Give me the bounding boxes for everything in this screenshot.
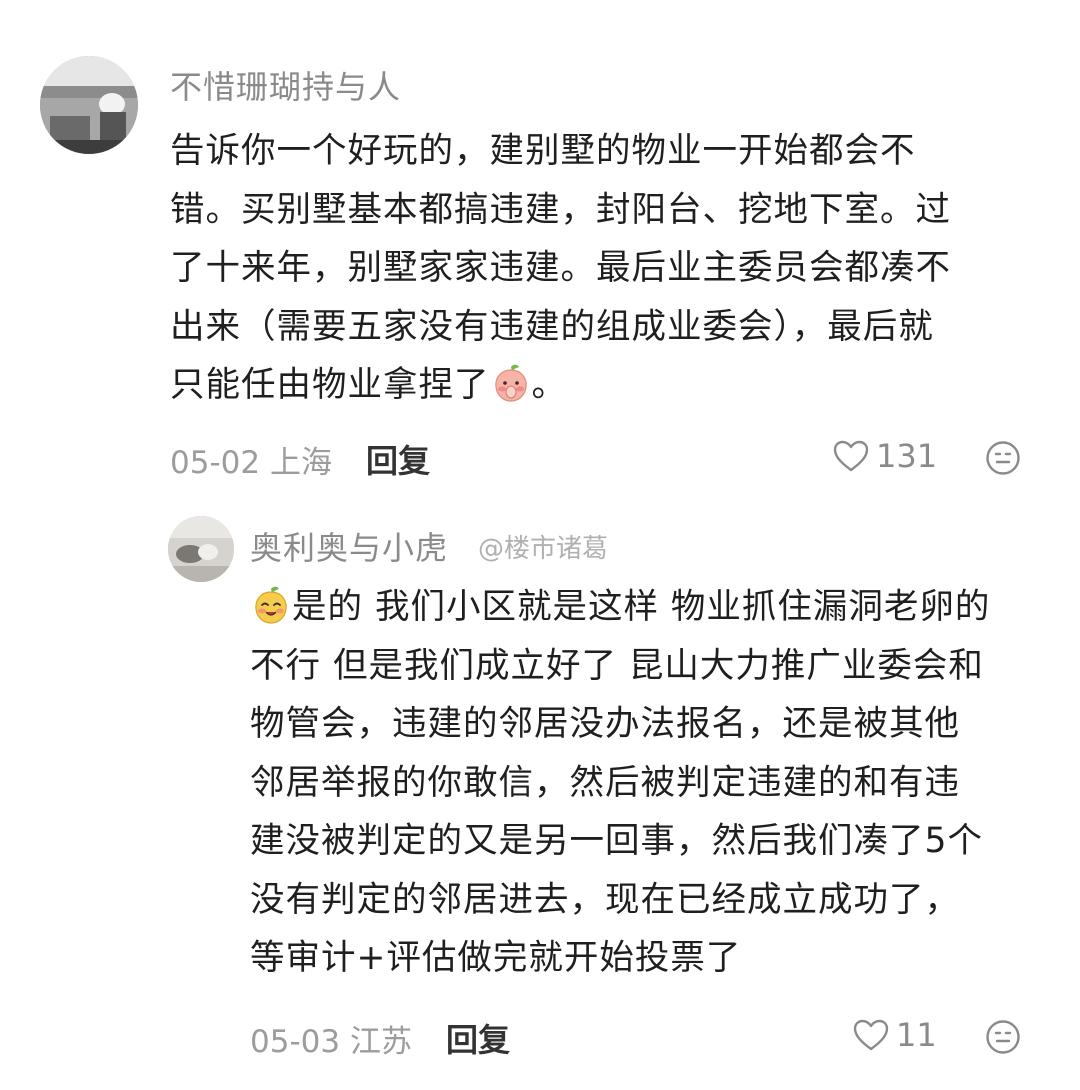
- avatar[interactable]: [168, 516, 234, 582]
- heart-outline-icon: [853, 1019, 889, 1051]
- yellow-peach-emoji: [255, 586, 287, 624]
- comment-line-text: 是的 我们小区就是这样 物业抓住漏洞老卵的: [292, 587, 991, 627]
- comment-date: 05-03: [250, 1024, 341, 1060]
- like-button[interactable]: 131: [832, 437, 937, 475]
- reply-button[interactable]: 回复: [446, 1015, 510, 1061]
- avatar[interactable]: [40, 56, 138, 154]
- comment-line-first: 是的 我们小区就是这样 物业抓住漏洞老卵的: [250, 578, 990, 637]
- comment-line-text: 只能任由物业拿捏了: [170, 365, 490, 405]
- emoji-face-icon: [986, 1020, 1020, 1054]
- reply-button[interactable]: 回复: [366, 436, 430, 482]
- comment-line: 没有判定的邻居进去，现在已经成立成功了，: [250, 879, 960, 920]
- comment-text: 告诉你一个好玩的，建别墅的物业一开始都会不 错。买别墅基本都搞违建，封阳台、挖地…: [170, 122, 951, 415]
- comment-line-tail: 。: [531, 365, 567, 405]
- comment-username[interactable]: 奥利奥与小虎: [250, 523, 448, 569]
- watermark: @楼市诸葛: [478, 534, 609, 564]
- comment-line: 等审计+评估做完就开始投票了: [250, 938, 742, 978]
- heart-outline-icon: [833, 440, 869, 472]
- comment-line: 出来（需要五家没有违建的组成业委会），最后就: [170, 306, 934, 347]
- comment-line: 不行 但是我们成立好了 昆山大力推广业委会和: [250, 645, 984, 686]
- comment-line: 错。买别墅基本都搞违建，封阳台、挖地下室。过: [170, 189, 951, 230]
- avatar-photo: [168, 516, 234, 582]
- comment-line: 告诉你一个好玩的，建别墅的物业一开始都会不: [170, 131, 916, 171]
- comment-text: 是的 我们小区就是这样 物业抓住漏洞老卵的 不行 但是我们成立好了 昆山大力推广…: [250, 578, 990, 988]
- comment-line: 建没被判定的又是另一回事，然后我们凑了5个: [250, 821, 983, 861]
- avatar-photo: [40, 56, 138, 154]
- comment-location: 江苏: [349, 1024, 412, 1060]
- emoji-reaction-button[interactable]: [985, 440, 1021, 480]
- emoji-face-icon: [986, 441, 1020, 475]
- comment-line: 了十来年，别墅家家违建。最后业主委员会都凑不: [170, 248, 951, 288]
- comment-location: 上海: [269, 445, 332, 481]
- comment-meta: 05-03 江苏: [250, 1016, 412, 1061]
- comment-date: 05-02: [170, 445, 261, 481]
- comment-line: 邻居举报的你敢信，然后被判定违建的和有违: [250, 762, 960, 803]
- like-count: 131: [876, 437, 938, 475]
- emoji-reaction-button[interactable]: [985, 1019, 1021, 1059]
- like-button[interactable]: 11: [852, 1016, 937, 1054]
- comment-line-last: 只能任由物业拿捏了 。: [170, 356, 951, 415]
- comment-line: 物管会，违建的邻居没办法报名，还是被其他: [250, 704, 960, 744]
- peach-face-emoji: [494, 364, 527, 402]
- comment-username[interactable]: 不惜珊瑚持与人: [170, 62, 401, 108]
- like-count: 11: [896, 1016, 937, 1054]
- comment-meta: 05-02 上海: [170, 437, 332, 482]
